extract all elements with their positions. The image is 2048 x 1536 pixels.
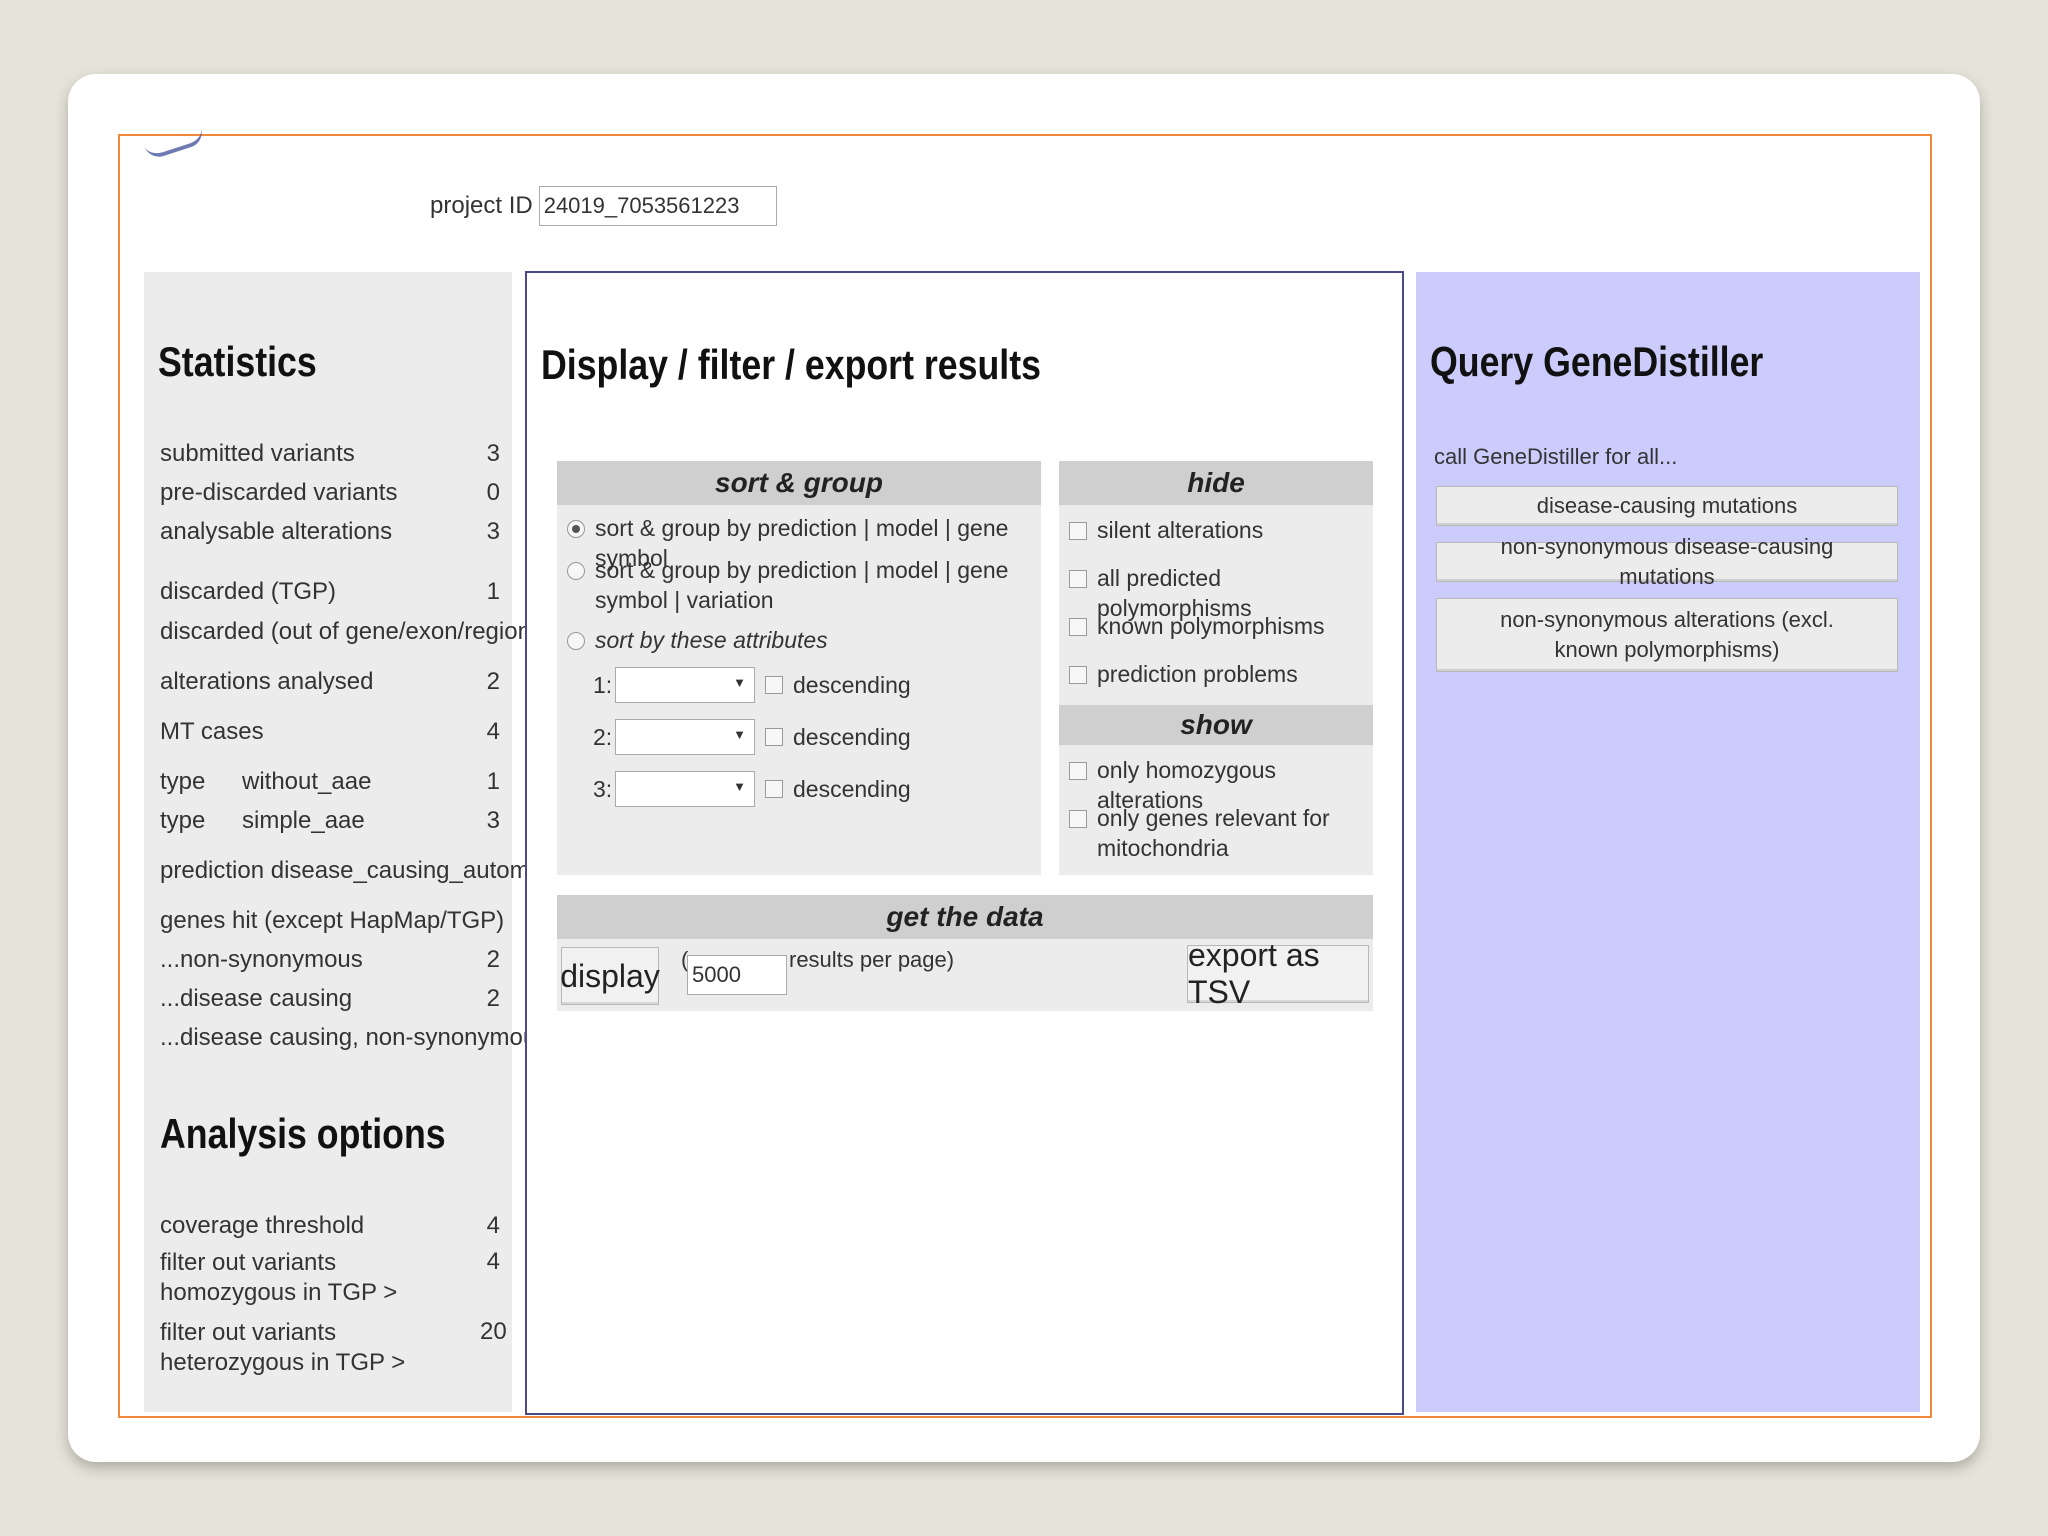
descending-checkbox-3[interactable] bbox=[765, 780, 783, 798]
show-option[interactable]: only genes relevant for mitochondria bbox=[1069, 803, 1339, 863]
get-data-panel: get the data display ( results per page)… bbox=[557, 895, 1373, 1011]
checkbox-icon[interactable] bbox=[1069, 810, 1087, 828]
stat-row: ...disease causing 2 bbox=[160, 985, 500, 1012]
sort-attribute-select-2[interactable] bbox=[615, 719, 755, 755]
checkbox-icon[interactable] bbox=[1069, 522, 1087, 540]
descending-checkbox-2[interactable] bbox=[765, 728, 783, 746]
hide-option[interactable]: prediction problems bbox=[1069, 659, 1369, 689]
results-per-page-label: results per page) bbox=[789, 947, 955, 972]
project-id-input[interactable] bbox=[538, 186, 777, 226]
stat-row: ...non-synonymous 2 bbox=[160, 946, 500, 973]
hide-option[interactable]: known polymorphisms bbox=[1069, 611, 1369, 641]
hide-option[interactable]: silent alterations bbox=[1069, 515, 1369, 545]
analysis-options-title: Analysis options bbox=[160, 1110, 446, 1157]
hide-show-panel: hide silent alterations all predicted po… bbox=[1059, 461, 1373, 875]
stat-row: submitted variants 3 bbox=[160, 440, 500, 467]
genedistiller-call-label: call GeneDistiller for all... bbox=[1434, 444, 1678, 469]
genedistiller-title: Query GeneDistiller bbox=[1430, 338, 1764, 385]
sort-attribute-row-1: 1: descending bbox=[593, 667, 911, 703]
hide-header: hide bbox=[1059, 461, 1373, 505]
radio-icon[interactable] bbox=[567, 632, 585, 650]
project-id-field-group: project ID bbox=[430, 186, 777, 226]
stat-row: analysable alterations 3 bbox=[160, 518, 500, 545]
sort-group-panel: sort & group sort & group by prediction … bbox=[557, 461, 1041, 875]
sort-attribute-select-1[interactable] bbox=[615, 667, 755, 703]
radio-selected-icon[interactable] bbox=[567, 520, 585, 538]
stat-row: discarded (TGP) 1 bbox=[160, 578, 500, 605]
stat-row: type simple_aae 3 bbox=[160, 807, 500, 834]
nonsyn-disease-causing-button[interactable]: non-synonymous disease-causing mutations bbox=[1436, 534, 1898, 589]
nonsyn-alterations-button[interactable]: non-synonymous alterations (excl. known … bbox=[1436, 598, 1898, 672]
statistics-panel: Statistics submitted variants 3 pre-disca… bbox=[144, 272, 580, 1412]
radio-icon[interactable] bbox=[567, 562, 585, 580]
sort-option-2[interactable]: sort & group by prediction | model | gen… bbox=[567, 555, 1027, 615]
stat-row: pre-discarded variants 0 bbox=[160, 479, 500, 506]
stat-row: alterations analysed 2 bbox=[160, 668, 500, 695]
stat-row: MT cases 4 bbox=[160, 718, 500, 745]
checkbox-icon[interactable] bbox=[1069, 570, 1087, 588]
disease-causing-mutations-button[interactable]: disease-causing mutations bbox=[1436, 486, 1898, 526]
display-filter-panel: Display / filter / export results sort &… bbox=[525, 271, 1404, 1415]
option-row: filter out variants homozygous in TGP >4 bbox=[160, 1248, 500, 1306]
display-title: Display / filter / export results bbox=[541, 341, 1041, 388]
sort-option-3[interactable]: sort by these attributes bbox=[567, 625, 1027, 655]
descending-checkbox-1[interactable] bbox=[765, 676, 783, 694]
option-row: filter out variants heterozygous in TGP … bbox=[160, 1318, 507, 1376]
show-header: show bbox=[1059, 705, 1373, 745]
stat-row: prediction disease_causing_automatic4 bbox=[160, 857, 580, 884]
checkbox-icon[interactable] bbox=[1069, 762, 1087, 780]
sort-attribute-row-2: 2: descending bbox=[593, 719, 911, 755]
genedistiller-panel: Query GeneDistiller call GeneDistiller f… bbox=[1416, 272, 1920, 1412]
checkbox-icon[interactable] bbox=[1069, 666, 1087, 684]
stat-row: discarded (out of gene/exon/region)0 bbox=[160, 618, 552, 645]
stat-row: genes hit (except HapMap/TGP) bbox=[160, 907, 505, 934]
display-button[interactable]: display bbox=[560, 947, 660, 1005]
statistics-title: Statistics bbox=[158, 338, 317, 385]
checkbox-icon[interactable] bbox=[1069, 618, 1087, 636]
sort-attribute-row-3: 3: descending bbox=[593, 771, 911, 807]
stat-row: ...disease causing, non-synonymous2 bbox=[160, 1024, 562, 1051]
stat-row: type without_aae 1 bbox=[160, 768, 500, 795]
get-data-header: get the data bbox=[557, 895, 1373, 939]
export-tsv-button[interactable]: export as TSV bbox=[1187, 937, 1369, 1010]
option-row: coverage threshold 4 bbox=[160, 1212, 500, 1239]
results-per-page-input[interactable] bbox=[687, 955, 787, 995]
sort-group-header: sort & group bbox=[557, 461, 1041, 505]
sort-attribute-select-3[interactable] bbox=[615, 771, 755, 807]
project-id-label: project ID bbox=[430, 192, 533, 219]
